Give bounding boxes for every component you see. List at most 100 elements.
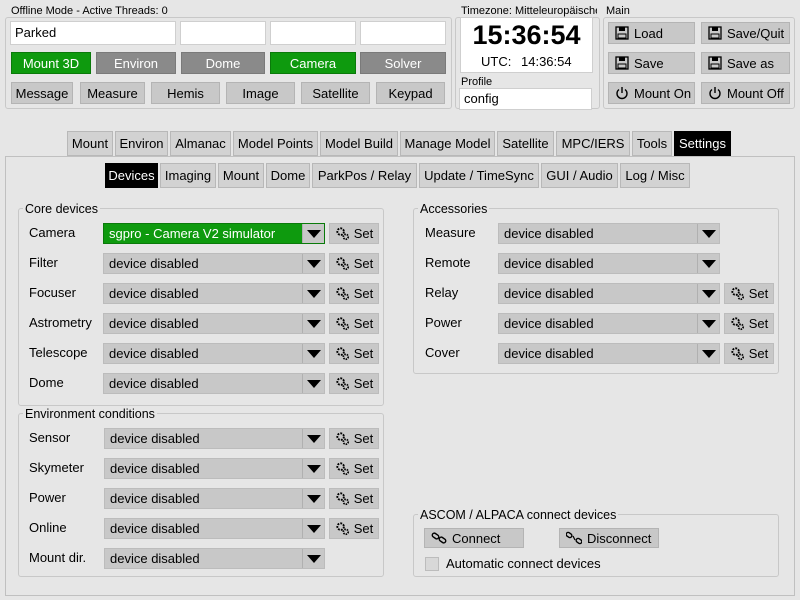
- relay-label: Relay: [425, 285, 459, 300]
- chevron-down-icon: [697, 254, 719, 273]
- power-icon: [616, 87, 628, 100]
- satellite-button[interactable]: Satellite: [301, 82, 370, 104]
- tab-mpc-iers[interactable]: MPC/IERS: [556, 131, 630, 156]
- auto-connect-checkbox[interactable]: [425, 557, 439, 571]
- connect-label: Connect: [452, 530, 501, 546]
- timezone-label: Timezone: Mitteleuropäische: [461, 5, 597, 17]
- chevron-down-icon: [302, 224, 324, 243]
- tab-satellite[interactable]: Satellite: [497, 131, 554, 156]
- clock-time: 15:36:54: [472, 20, 581, 50]
- filter-device-select[interactable]: device disabled: [103, 253, 325, 274]
- camera-device-select[interactable]: sgpro - Camera V2 simulator: [103, 223, 325, 244]
- env-power-set-button[interactable]: Set: [329, 488, 379, 509]
- chevron-down-icon: [302, 459, 324, 478]
- online-set-button[interactable]: Set: [329, 518, 379, 539]
- subtab-gui-audio[interactable]: GUI / Audio: [541, 163, 618, 188]
- telescope-device-value: device disabled: [109, 346, 199, 361]
- chevron-down-icon: [302, 284, 324, 303]
- astrometry-set-button[interactable]: Set: [329, 313, 379, 334]
- relay-device-select[interactable]: device disabled: [498, 283, 720, 304]
- online-label: Online: [29, 520, 67, 535]
- acc-power-set-button[interactable]: Set: [724, 313, 774, 334]
- camera-button[interactable]: Camera: [270, 52, 356, 74]
- skymeter-set-button[interactable]: Set: [329, 458, 379, 479]
- focuser-set-label: Set: [353, 286, 374, 301]
- save-as-label: Save as: [727, 55, 774, 71]
- mount-off-button[interactable]: Mount Off: [701, 82, 790, 104]
- save-quit-label: Save/Quit: [727, 25, 785, 41]
- chevron-down-icon: [302, 314, 324, 333]
- subtab-imaging[interactable]: Imaging: [160, 163, 216, 188]
- focuser-device-select[interactable]: device disabled: [103, 283, 325, 304]
- tab-settings[interactable]: Settings: [674, 131, 731, 156]
- cover-set-button[interactable]: Set: [724, 343, 774, 364]
- tab-tools[interactable]: Tools: [632, 131, 672, 156]
- keypad-button[interactable]: Keypad: [376, 82, 445, 104]
- save-quit-button[interactable]: Save/Quit: [701, 22, 790, 44]
- subtab-devices[interactable]: Devices: [105, 163, 158, 188]
- env-power-set-label: Set: [353, 491, 374, 506]
- mount-dir-device-select[interactable]: device disabled: [104, 548, 325, 569]
- sensor-device-select[interactable]: device disabled: [104, 428, 325, 449]
- relay-set-button[interactable]: Set: [724, 283, 774, 304]
- tab-manage-model[interactable]: Manage Model: [400, 131, 495, 156]
- filter-set-button[interactable]: Set: [329, 253, 379, 274]
- tab-almanac[interactable]: Almanac: [170, 131, 231, 156]
- mount-on-button[interactable]: Mount On: [608, 82, 695, 104]
- save-as-button[interactable]: Save as: [701, 52, 790, 74]
- disconnect-button[interactable]: Disconnect: [559, 528, 659, 548]
- chevron-down-icon: [302, 549, 324, 568]
- cover-device-select[interactable]: device disabled: [498, 343, 720, 364]
- astrometry-device-select[interactable]: device disabled: [103, 313, 325, 334]
- gears-icon: [731, 347, 744, 361]
- remote-device-select[interactable]: device disabled: [498, 253, 720, 274]
- telescope-device-select[interactable]: device disabled: [103, 343, 325, 364]
- subtab-dome[interactable]: Dome: [266, 163, 310, 188]
- cover-device-value: device disabled: [504, 346, 594, 361]
- online-device-select[interactable]: device disabled: [104, 518, 325, 539]
- mount-3d-button[interactable]: Mount 3D: [11, 52, 91, 74]
- sensor-set-label: Set: [353, 431, 374, 446]
- image-button[interactable]: Image: [226, 82, 295, 104]
- focuser-device-value: device disabled: [109, 286, 199, 301]
- link-icon: [431, 532, 447, 544]
- mount-off-label: Mount Off: [727, 85, 784, 101]
- acc-power-device-select[interactable]: device disabled: [498, 313, 720, 334]
- subtab-update-timesync[interactable]: Update / TimeSync: [419, 163, 539, 188]
- dome-device-select[interactable]: device disabled: [103, 373, 325, 394]
- focuser-set-button[interactable]: Set: [329, 283, 379, 304]
- environ-button[interactable]: Environ: [96, 52, 176, 74]
- measure-button[interactable]: Measure: [80, 82, 145, 104]
- subtab-mount[interactable]: Mount: [218, 163, 264, 188]
- chevron-down-icon: [697, 314, 719, 333]
- load-button[interactable]: Load: [608, 22, 695, 44]
- tab-model-build[interactable]: Model Build: [320, 131, 398, 156]
- env-power-device-select[interactable]: device disabled: [104, 488, 325, 509]
- profile-field[interactable]: config: [459, 88, 592, 110]
- gears-icon: [336, 432, 349, 446]
- measure-device-select[interactable]: device disabled: [498, 223, 720, 244]
- connect-button[interactable]: Connect: [424, 528, 524, 548]
- subtab-log-misc[interactable]: Log / Misc: [620, 163, 690, 188]
- sensor-label: Sensor: [29, 430, 71, 445]
- sensor-set-button[interactable]: Set: [329, 428, 379, 449]
- tab-model-points[interactable]: Model Points: [233, 131, 318, 156]
- save-button[interactable]: Save: [608, 52, 695, 74]
- telescope-set-button[interactable]: Set: [329, 343, 379, 364]
- hemis-button[interactable]: Hemis: [151, 82, 220, 104]
- camera-set-button[interactable]: Set: [329, 223, 379, 244]
- environment-title: Environment conditions: [23, 407, 157, 421]
- tab-environ[interactable]: Environ: [115, 131, 168, 156]
- status-field: Parked: [10, 21, 176, 45]
- subtab-parkpos-relay[interactable]: ParkPos / Relay: [312, 163, 417, 188]
- remote-label: Remote: [425, 255, 471, 270]
- profile-label: Profile: [461, 76, 493, 88]
- relay-set-label: Set: [748, 286, 769, 301]
- dome-set-button[interactable]: Set: [329, 373, 379, 394]
- message-button[interactable]: Message: [11, 82, 73, 104]
- tab-mount[interactable]: Mount: [67, 131, 113, 156]
- gears-icon: [731, 287, 744, 301]
- dome-button[interactable]: Dome: [181, 52, 265, 74]
- solver-button[interactable]: Solver: [360, 52, 446, 74]
- skymeter-device-select[interactable]: device disabled: [104, 458, 325, 479]
